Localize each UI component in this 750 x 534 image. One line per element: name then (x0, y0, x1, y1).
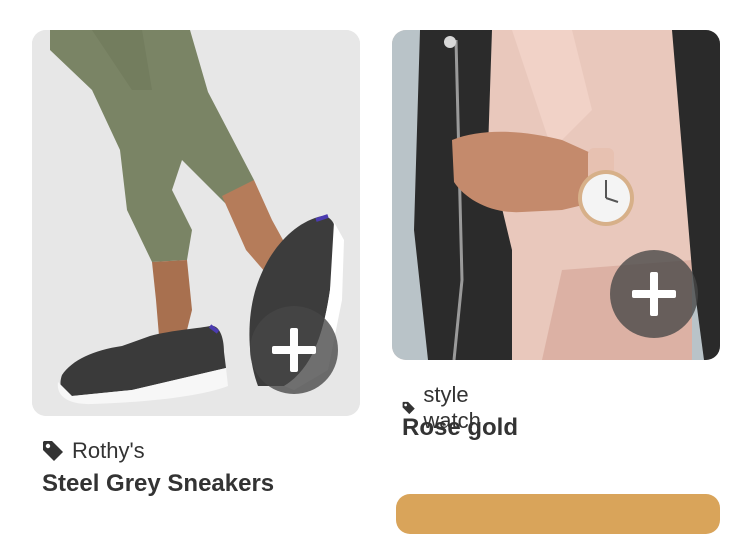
product-title[interactable]: Rose gold (402, 414, 518, 442)
product-title[interactable]: Steel Grey Sneakers (42, 470, 274, 498)
brand-label: Rothy's (72, 438, 145, 463)
product-image-watch[interactable] (392, 30, 720, 360)
brand-tag[interactable]: Rothy's (42, 438, 145, 464)
add-to-board-button[interactable] (250, 306, 338, 394)
product-image-shoes[interactable] (32, 30, 360, 416)
add-to-board-button[interactable] (610, 250, 698, 338)
plus-icon (272, 328, 316, 372)
tag-icon (43, 441, 63, 461)
next-product-image[interactable] (396, 494, 720, 534)
plus-icon (632, 272, 676, 316)
